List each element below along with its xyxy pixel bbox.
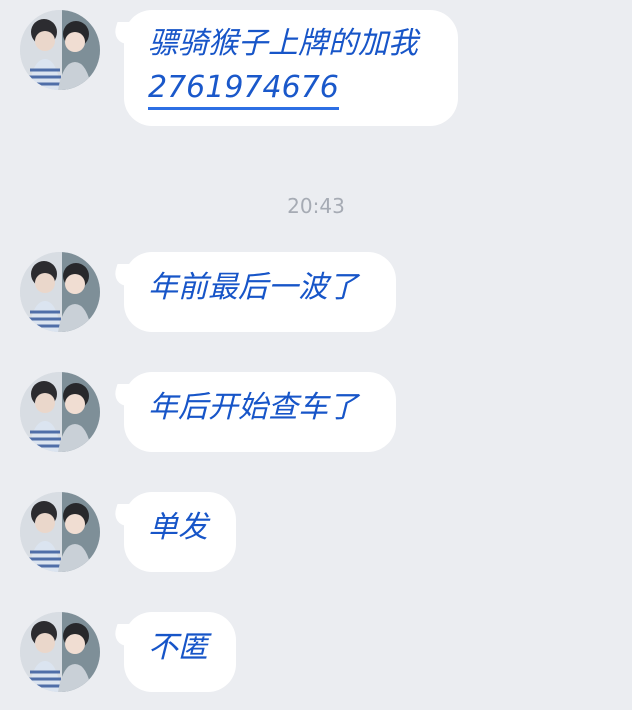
message-row: 单发 xyxy=(0,492,632,572)
profile-photo-icon xyxy=(20,612,100,692)
message-bubble: 骠骑猴子上牌的加我 2761974676 xyxy=(124,10,458,126)
message-text: 年前最后一波了 xyxy=(148,270,358,305)
message-bubble: 单发 xyxy=(124,492,236,572)
message-row: 年前最后一波了 xyxy=(0,252,632,332)
qq-number-link[interactable]: 2761974676 xyxy=(148,69,339,110)
message-text: 骠骑猴子上牌的加我 xyxy=(148,26,418,61)
profile-photo-icon xyxy=(20,10,100,90)
message-row: 年后开始查车了 xyxy=(0,372,632,452)
avatar[interactable] xyxy=(20,612,100,692)
timestamp: 20:43 xyxy=(287,194,345,218)
message-bubble: 年后开始查车了 xyxy=(124,372,396,452)
message-bubble: 不匿 xyxy=(124,612,236,692)
message-row: 不匿 xyxy=(0,612,632,692)
message-text: 年后开始查车了 xyxy=(148,390,358,425)
avatar[interactable] xyxy=(20,372,100,452)
message-text: 单发 xyxy=(148,510,208,545)
message-bubble: 年前最后一波了 xyxy=(124,252,396,332)
avatar[interactable] xyxy=(20,10,100,90)
profile-photo-icon xyxy=(20,252,100,332)
profile-photo-icon xyxy=(20,372,100,452)
avatar[interactable] xyxy=(20,492,100,572)
message-text: 不匿 xyxy=(148,630,208,665)
profile-photo-icon xyxy=(20,492,100,572)
avatar[interactable] xyxy=(20,252,100,332)
message-row: 骠骑猴子上牌的加我 2761974676 xyxy=(0,8,632,128)
